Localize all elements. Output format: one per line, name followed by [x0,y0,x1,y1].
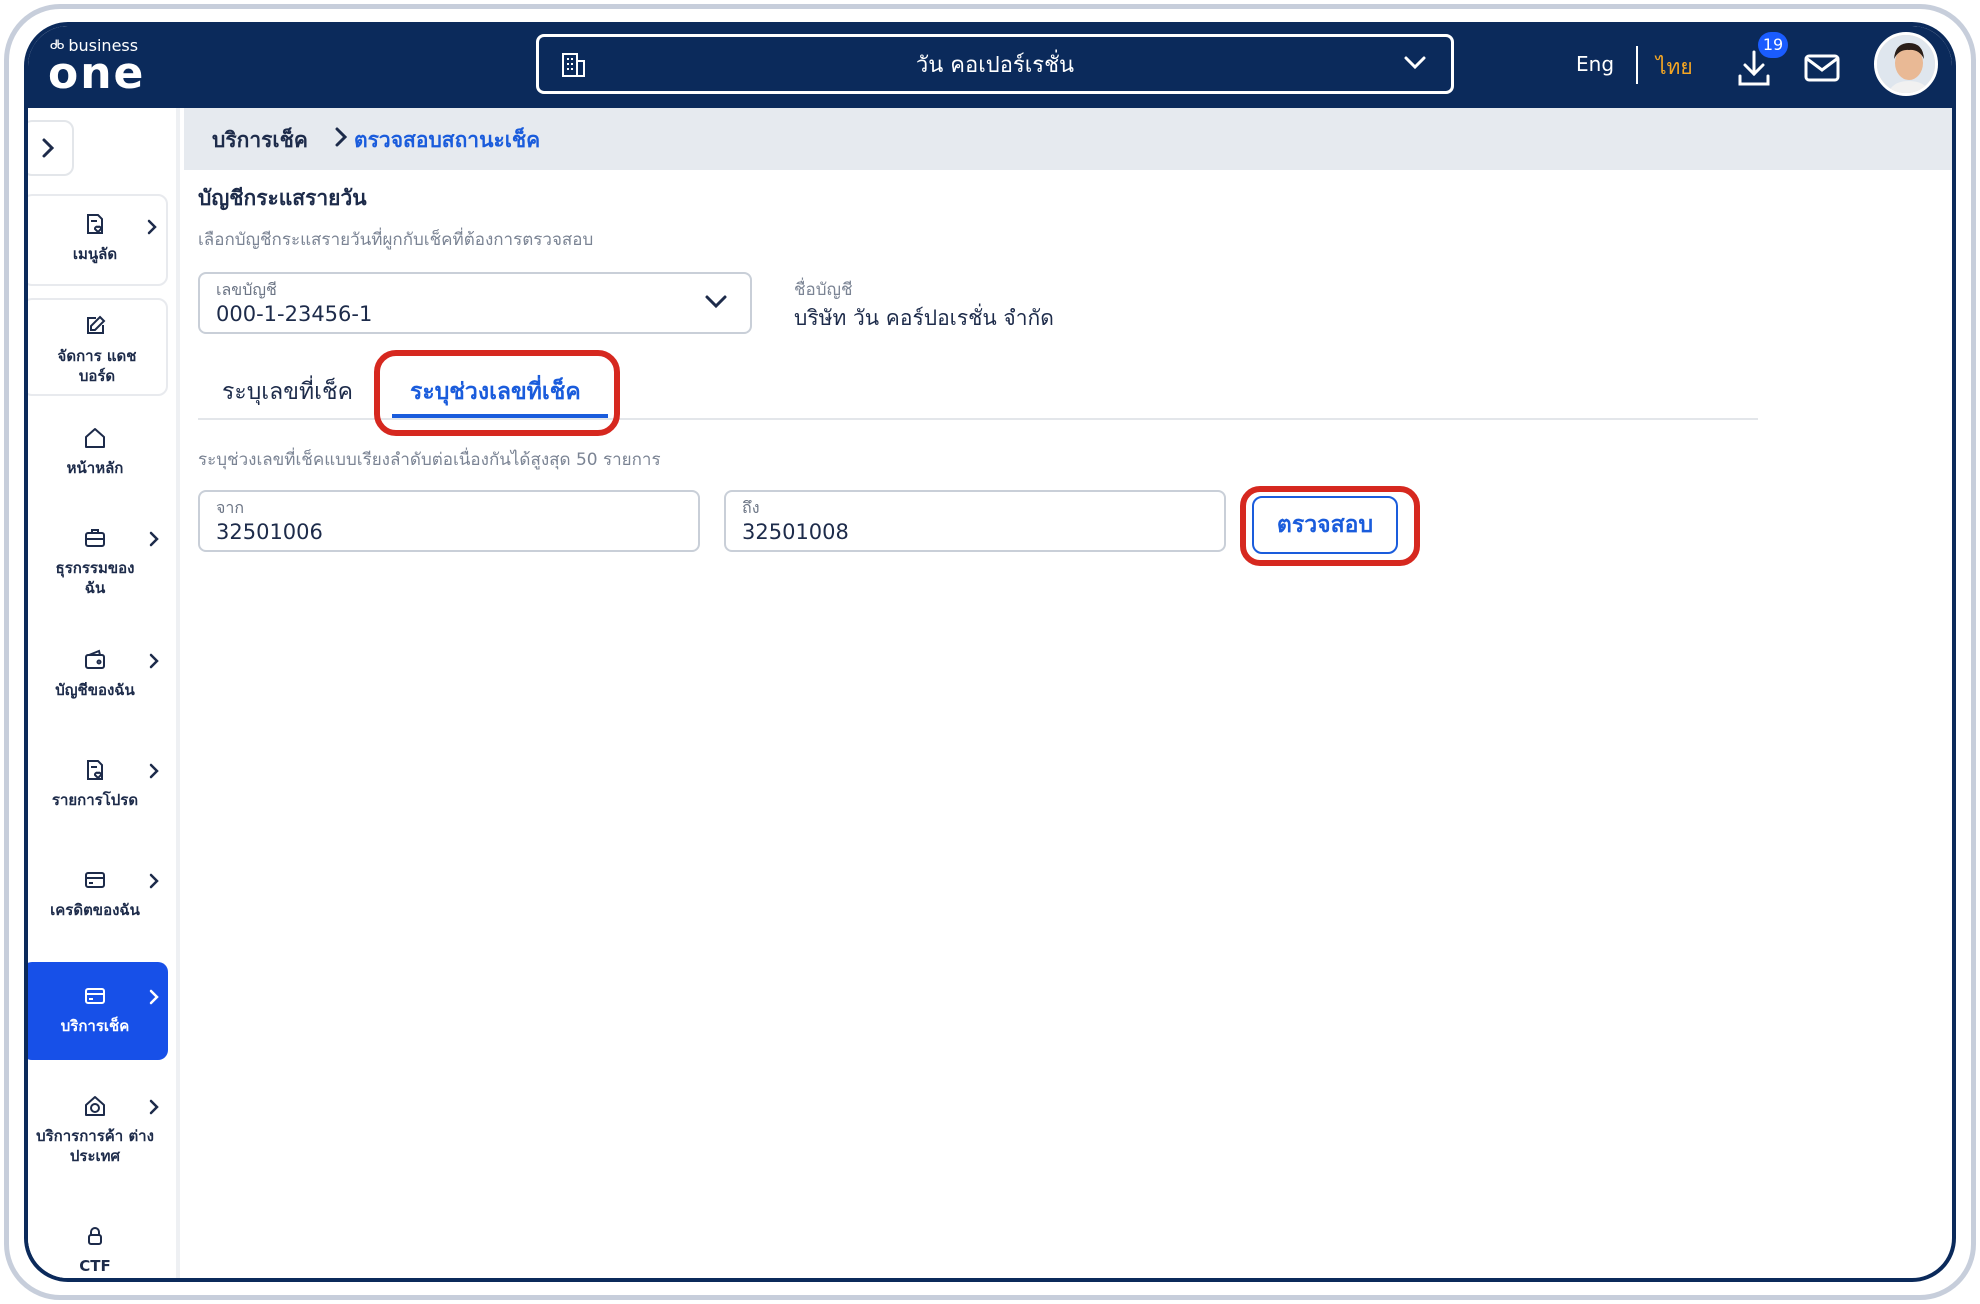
sidebar-item-manage-dashboard[interactable]: จัดการ แดชบอร์ด [28,298,168,396]
briefcase-icon [28,526,168,554]
building-icon [559,51,587,83]
sidebar-item-cheque-service[interactable]: บริการเช็ค [28,962,168,1060]
to-value: 32501008 [742,520,849,544]
mail-icon[interactable] [1802,50,1842,86]
chevron-right-icon [148,762,160,784]
avatar[interactable] [1874,32,1938,96]
to-label: ถึง [742,498,760,517]
sidebar-item-label: บริการการค้า ต่างประเทศ [36,1127,154,1165]
download-badge: 19 [1758,32,1788,58]
globe-house-icon [28,1094,168,1122]
tab-cheque-number[interactable]: ระบุเลขที่เช็ค [222,374,353,410]
sidebar-item-label: หน้าหลัก [66,459,124,477]
breadcrumb-current: ตรวจสอบสถานะเช็ค [354,128,541,152]
sidebar-item-shortcut[interactable]: เมนูลัด [28,194,168,286]
card-icon [28,868,168,896]
lang-thai-button[interactable]: ไทย [1656,51,1693,84]
to-cheque-field[interactable]: ถึง 32501008 [724,490,1226,552]
chevron-down-icon [704,294,728,314]
chevron-down-icon [1403,55,1427,75]
sidebar-item-my-credit[interactable]: เครดิตของฉัน [28,868,168,928]
sidebar: เมนูลัด จัดการ แดชบอร์ด หน้าหลัก ธุรกรรม… [28,108,180,1278]
company-name: วัน คอเปอร์เรชั่น [915,52,1075,78]
range-note: ระบุช่วงเลขที่เช็คแบบเรียงลำดับต่อเนื่อง… [198,450,661,470]
sidebar-item-label: บัญชีของฉัน [55,681,135,699]
document-heart-icon [28,758,168,786]
account-name-label: ชื่อบัญชี [794,280,853,300]
from-label: จาก [216,498,245,517]
chevron-right-icon [148,530,160,552]
account-number-select[interactable]: เลขบัญชี 000-1-23456-1 [198,272,752,334]
chevron-right-icon [148,988,160,1010]
sidebar-item-international-trade[interactable]: บริการการค้า ต่างประเทศ [28,1094,168,1174]
sidebar-item-label: CTF [79,1257,111,1275]
chevron-right-icon [148,872,160,894]
sidebar-item-label: ธุรกรรมของ ฉัน [55,559,135,597]
top-bar: ᑯᑲ business one วัน คอเปอร์เรชั่น Eng ไท… [28,26,1952,108]
sidebar-expand-button[interactable] [28,120,74,176]
chevron-right-icon [146,218,158,240]
check-button[interactable]: ตรวจสอบ [1252,496,1398,554]
chevron-right-icon [148,1098,160,1120]
wallet-icon [28,648,168,676]
edit-icon [28,314,166,342]
sidebar-item-label: บริการเช็ค [60,1017,130,1035]
sidebar-item-home[interactable]: หน้าหลัก [28,426,168,496]
section-subtitle: เลือกบัญชีกระแสรายวันที่ผูกกับเช็คที่ต้อ… [198,230,594,250]
sidebar-item-favorites[interactable]: รายการโปรด [28,758,168,818]
chevron-right-icon [334,126,348,152]
sidebar-item-my-accounts[interactable]: บัญชีของฉัน [28,648,168,708]
account-name-value: บริษัท วัน คอร์ปอเรชั่น จำกัด [794,306,1054,330]
chevron-right-icon [148,652,160,674]
breadcrumb-parent-link[interactable]: บริการเช็ค [212,124,308,157]
account-number-label: เลขบัญชี [216,280,277,299]
home-icon [28,426,168,454]
sidebar-item-label: รายการโปรด [51,791,139,809]
logo-big-text: one [48,48,146,99]
lock-icon [28,1224,168,1252]
from-value: 32501006 [216,520,323,544]
logo[interactable]: ᑯᑲ business one [48,36,168,100]
tab-highlight-annotation [374,350,620,436]
document-heart-icon [28,212,166,240]
lang-divider [1636,46,1638,84]
section-title: บัญชีกระแสรายวัน [198,186,367,210]
from-cheque-field[interactable]: จาก 32501006 [198,490,700,552]
sidebar-item-my-transactions[interactable]: ธุรกรรมของ ฉัน [28,526,168,606]
lang-eng-button[interactable]: Eng [1576,52,1614,76]
company-select[interactable]: วัน คอเปอร์เรชั่น [536,34,1454,94]
sidebar-item-label: เครดิตของฉัน [50,901,140,919]
sidebar-item-label: จัดการ แดชบอร์ด [57,347,137,385]
account-number-value: 000-1-23456-1 [216,302,373,326]
sidebar-item-ctf[interactable]: CTF [28,1224,168,1278]
sidebar-item-label: เมนูลัด [72,245,118,263]
card-icon [28,984,168,1012]
breadcrumb: บริการเช็ค ตรวจสอบสถานะเช็ค [184,108,1952,170]
